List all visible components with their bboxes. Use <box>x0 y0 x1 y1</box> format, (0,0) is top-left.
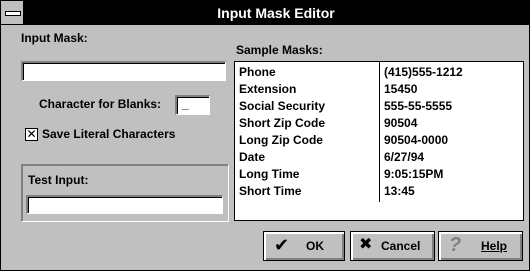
cancel-button-label: Cancel <box>381 239 421 253</box>
sample-mask-value: 15450 <box>384 82 418 96</box>
test-input-group: Test Input: <box>21 164 229 222</box>
sample-mask-value: (415)555-1212 <box>384 65 463 79</box>
cancel-button[interactable]: ✖ Cancel <box>350 231 435 261</box>
sample-mask-row[interactable]: Short Zip Code 90504 <box>235 115 523 132</box>
sample-mask-value: 6/27/94 <box>384 150 425 164</box>
sample-mask-name: Extension <box>239 82 297 96</box>
sample-mask-name: Phone <box>239 65 276 79</box>
blanks-label: Character for Blanks: <box>39 97 162 111</box>
save-literal-label: Save Literal Characters <box>42 127 176 141</box>
sample-mask-value: 555-55-5555 <box>384 99 453 113</box>
sample-mask-name: Date <box>239 150 266 164</box>
title-bar: Input Mask Editor <box>1 1 529 25</box>
question-icon: ? <box>449 234 462 256</box>
x-icon: ✖ <box>359 236 373 253</box>
sample-mask-name: Long Time <box>239 167 300 181</box>
window-title: Input Mask Editor <box>217 5 335 21</box>
sample-mask-row[interactable]: Short Time 13:45 <box>235 183 523 200</box>
system-menu-icon <box>5 11 21 16</box>
sample-mask-row[interactable]: Long Time 9:05:15PM <box>235 166 523 183</box>
sample-mask-row[interactable]: Social Security 555-55-5555 <box>235 98 523 115</box>
blanks-character-value: _ <box>182 97 189 111</box>
sample-mask-row[interactable]: Extension 15450 <box>235 81 523 98</box>
sample-mask-value: 13:45 <box>384 184 415 198</box>
test-input-label: Test Input: <box>28 173 89 187</box>
sample-mask-name: Short Zip Code <box>239 116 325 130</box>
checkmark-x-icon: ✕ <box>26 127 37 141</box>
checkmark-icon: ✔ <box>274 235 290 255</box>
system-menu-button[interactable] <box>1 1 24 24</box>
input-mask-label: Input Mask: <box>21 31 88 45</box>
help-button-label: Help <box>481 239 508 253</box>
test-input-field[interactable] <box>26 195 223 214</box>
ok-button-label: OK <box>306 239 324 253</box>
sample-masks-label: Sample Masks: <box>236 43 323 57</box>
sample-mask-value: 9:05:15PM <box>384 167 444 181</box>
input-mask-editor-window: Input Mask Editor Input Mask: Character … <box>0 0 530 271</box>
sample-mask-value: 90504-0000 <box>384 133 449 147</box>
sample-mask-row[interactable]: Date 6/27/94 <box>235 149 523 166</box>
sample-mask-name: Social Security <box>239 99 326 113</box>
help-button[interactable]: ? Help <box>438 231 523 261</box>
sample-mask-name: Short Time <box>239 184 302 198</box>
sample-mask-row[interactable]: Phone (415)555-1212 <box>235 64 523 81</box>
ok-button[interactable]: ✔ OK <box>263 231 345 261</box>
sample-mask-value: 90504 <box>384 116 418 130</box>
sample-mask-row[interactable]: Long Zip Code 90504-0000 <box>235 132 523 149</box>
input-mask-field[interactable] <box>21 61 226 81</box>
sample-masks-list[interactable]: Phone (415)555-1212 Extension 15450 Social S… <box>234 61 524 221</box>
blanks-character-field[interactable]: _ <box>175 95 210 115</box>
save-literal-checkbox[interactable]: ✕ <box>25 128 38 141</box>
sample-mask-name: Long Zip Code <box>239 133 323 147</box>
